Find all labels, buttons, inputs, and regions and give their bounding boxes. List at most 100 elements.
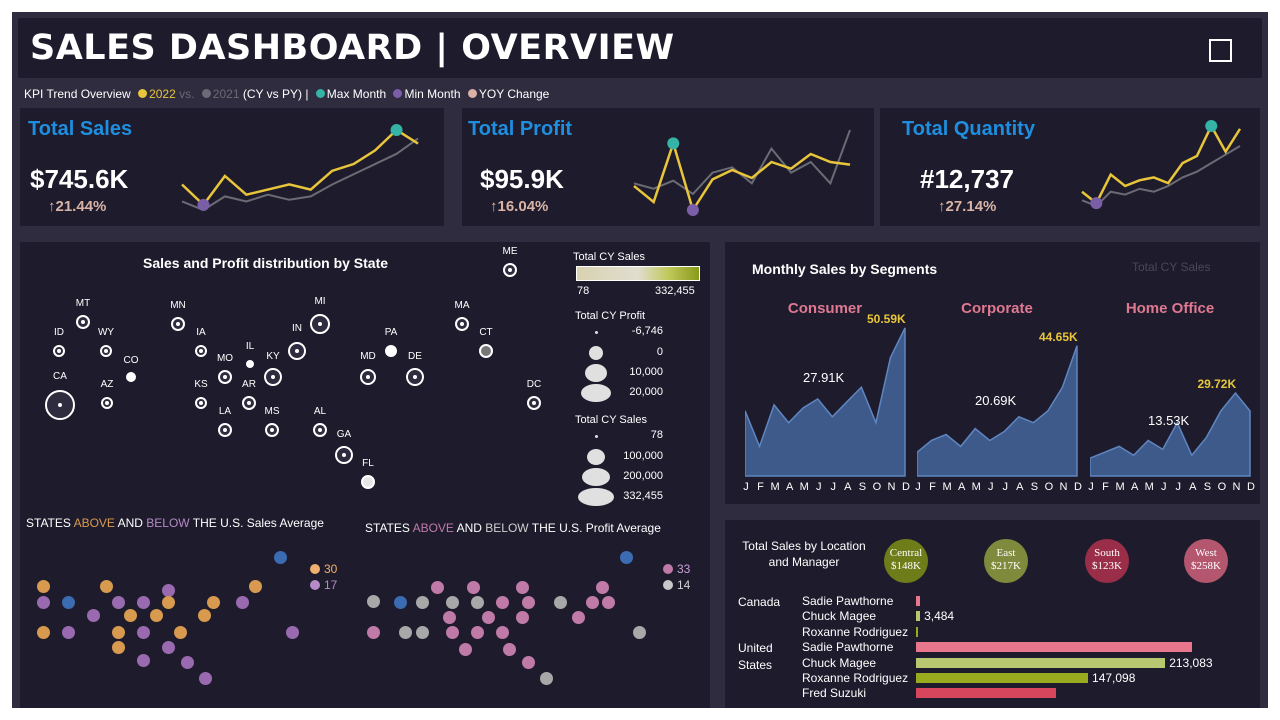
profit-state-dot[interactable] [522,596,535,609]
profit-state-dot[interactable] [367,626,380,639]
segment-month-label: A [1130,481,1139,493]
manager-sales-bar[interactable] [916,657,1166,668]
segment-title: Home Office [1125,300,1215,317]
segment-area [745,327,906,477]
segment-month-label: J [1160,481,1167,493]
region-circle-east[interactable]: East $217K [984,539,1028,583]
sales-state-dot[interactable] [199,672,212,685]
sales-state-dot[interactable] [274,551,287,564]
profit-state-dot[interactable] [443,611,456,624]
profit-average-title: STATES ABOVE AND BELOW THE U.S. Profit A… [365,521,661,535]
manager-sales-bar[interactable] [916,626,918,637]
state-bubble-pa[interactable] [385,345,397,357]
sales-state-dot[interactable] [37,580,50,593]
sales-state-dot[interactable] [150,609,163,622]
state-bubble-il[interactable] [246,360,254,368]
sales-state-dot[interactable] [174,626,187,639]
profit-state-dot[interactable] [586,596,599,609]
profit-state-dot[interactable] [596,581,609,594]
profit-title-post: THE U.S. Profit Average [528,521,661,535]
state-label-mn: MN [170,300,186,311]
manager-sales-bar[interactable] [916,642,1192,653]
sales-state-dot[interactable] [137,596,150,609]
profit-state-dot[interactable] [367,595,380,608]
profit-state-dot[interactable] [572,611,585,624]
manager-name: Sadie Pawthorne [802,594,894,608]
profit-state-dot[interactable] [554,596,567,609]
profit-state-dot[interactable] [602,596,615,609]
sales-title-post: THE U.S. Sales Average [189,516,324,530]
sales-state-dot[interactable] [286,626,299,639]
profit-state-dot[interactable] [516,581,529,594]
sales-state-dot[interactable] [137,654,150,667]
state-bubble-ct[interactable] [479,344,493,358]
sales-state-dot[interactable] [207,596,220,609]
sales-state-dot[interactable] [37,626,50,639]
sales-state-dot[interactable] [112,596,125,609]
profit-state-dot[interactable] [540,672,553,685]
manager-sales-bar[interactable] [916,611,921,622]
state-label-fl: FL [362,458,374,469]
segment-month-label: J [1002,481,1009,493]
sales-state-dot[interactable] [137,626,150,639]
manager-sales-value: 213,083 [1169,655,1213,670]
state-label-dc: DC [526,379,542,390]
profit-state-dot[interactable] [446,626,459,639]
sales-state-dot[interactable] [124,609,137,622]
manager-sales-bar[interactable] [916,688,1057,699]
profit-state-dot[interactable] [522,656,535,669]
state-bubble-fl[interactable] [361,475,375,489]
region-circle-west[interactable]: West $258K [1184,539,1228,583]
segment-month-label: O [872,481,882,493]
sales-state-dot[interactable] [112,626,125,639]
manager-sales-bar[interactable] [916,596,920,606]
state-bubble-core [105,401,109,405]
sales-state-dot[interactable] [249,580,262,593]
legend-sales-title: Total CY Sales [573,251,645,263]
profit-state-dot[interactable] [620,551,633,564]
region-value: $217K [991,560,1021,572]
profit-state-dot[interactable] [482,611,495,624]
profit-state-dot[interactable] [459,643,472,656]
profit-state-dot[interactable] [416,626,429,639]
profit-state-dot[interactable] [496,596,509,609]
region-circle-south[interactable]: South $123K [1085,539,1129,583]
sales-state-dot[interactable] [236,596,249,609]
profit-state-dot[interactable] [516,611,529,624]
profit-state-dot[interactable] [471,596,484,609]
legend-size-shape [594,330,598,334]
profit-state-dot[interactable] [467,581,480,594]
sales-state-dot[interactable] [112,641,125,654]
sales-state-dot[interactable] [162,596,175,609]
sales-state-dot[interactable] [181,656,194,669]
sales-state-dot[interactable] [37,596,50,609]
profit-title-pre: STATES [365,521,413,535]
managers-title-text: Total Sales by Location and Manager [742,539,866,569]
sales-state-dot[interactable] [100,580,113,593]
region-circle-central[interactable]: Central $148K [884,539,928,583]
segment-month-label: A [844,481,852,493]
profit-state-dot[interactable] [471,626,484,639]
sales-state-dot[interactable] [62,596,75,609]
region-value: $123K [1092,560,1122,572]
profit-state-dot[interactable] [416,596,429,609]
legend-size-value: 78 [650,429,663,441]
profit-state-dot[interactable] [431,581,444,594]
profit-state-dot[interactable] [446,596,459,609]
sales-state-dot[interactable] [162,641,175,654]
profit-state-dot[interactable] [633,626,646,639]
sales-state-dot[interactable] [87,609,100,622]
sales-state-dot[interactable] [62,626,75,639]
segments-faint-label: Total CY Sales [1132,260,1211,274]
managers-title: Total Sales by Location and Manager [734,538,874,570]
profit-state-dot[interactable] [399,626,412,639]
region-name: East [996,547,1016,559]
manager-sales-bar[interactable] [916,673,1089,683]
profit-state-dot[interactable] [496,626,509,639]
legend-size-shape [594,434,598,438]
sales-state-dot[interactable] [198,609,211,622]
state-bubble-co[interactable] [126,372,136,382]
state-bubble-core [366,375,370,379]
profit-state-dot[interactable] [503,643,516,656]
profit-state-dot[interactable] [394,596,407,609]
